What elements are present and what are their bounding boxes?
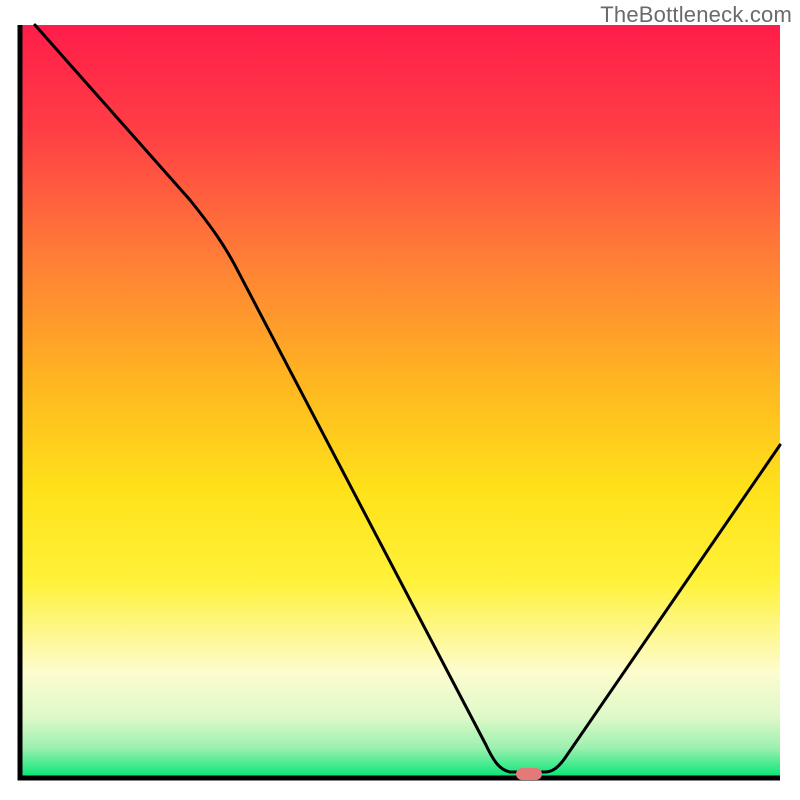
- bottleneck-chart: [0, 0, 800, 800]
- optimal-point-marker: [516, 768, 542, 780]
- watermark-text: TheBottleneck.com: [600, 2, 792, 28]
- chart-frame: TheBottleneck.com: [0, 0, 800, 800]
